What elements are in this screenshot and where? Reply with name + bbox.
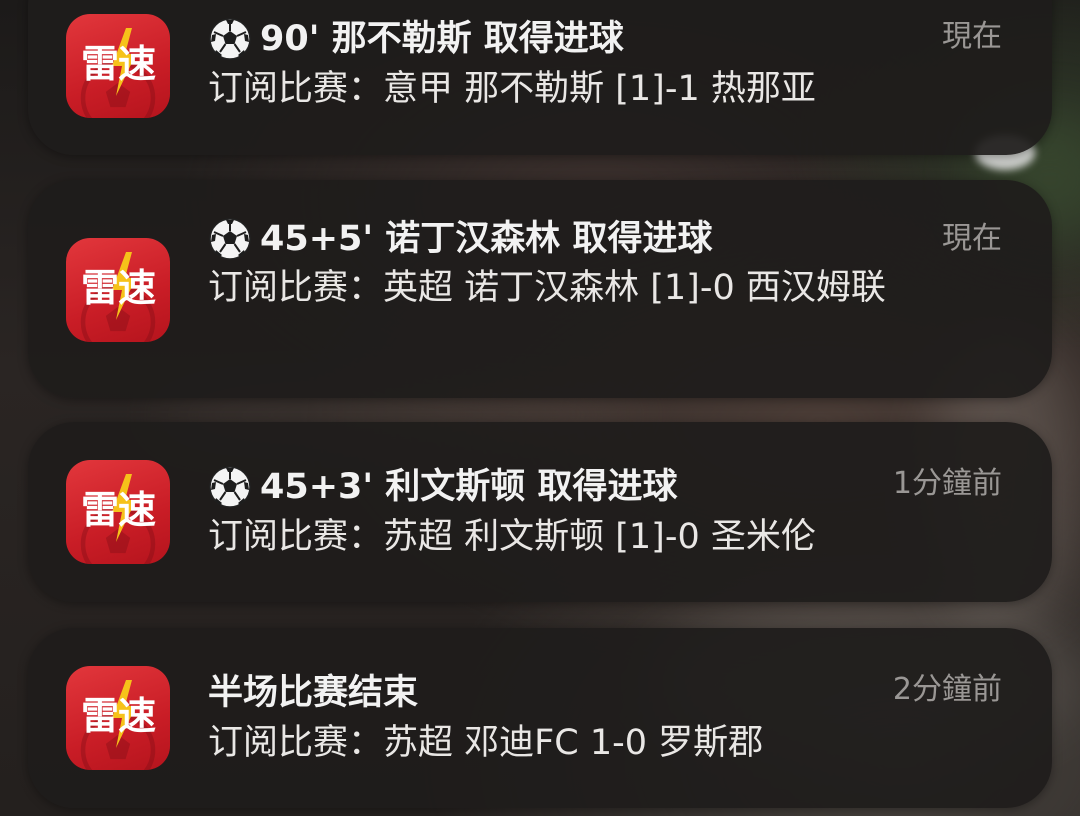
leisu-app-icon: 雷速 xyxy=(66,14,170,118)
notification-title: 45+5' 诺丁汉森林 取得进球 xyxy=(208,217,712,261)
notification-title-text: 45+3' 利文斯顿 取得进球 xyxy=(260,467,678,507)
app-logo-text: 雷速 xyxy=(80,694,156,738)
notification-card[interactable]: 雷速 45+3' 利文斯顿 取得进球 1分鐘前 订阅比赛：苏超 利文斯顿 [1]… xyxy=(28,422,1052,602)
soccer-ball-icon xyxy=(208,17,252,61)
soccer-ball-icon xyxy=(208,465,252,509)
notification-title: 45+3' 利文斯顿 取得进球 xyxy=(208,465,677,509)
app-logo-text: 雷速 xyxy=(80,42,156,86)
notification-time: 現在 xyxy=(942,221,1002,256)
leisu-app-icon: 雷速 xyxy=(66,238,170,342)
notification-title: 半场比赛结束 xyxy=(208,671,418,715)
notification-title-text: 45+5' 诺丁汉森林 取得进球 xyxy=(260,219,713,259)
notification-body: 订阅比赛：苏超 利文斯顿 [1]-0 圣米伦 xyxy=(208,517,816,557)
soccer-ball-icon xyxy=(208,217,252,261)
notification-time: 1分鐘前 xyxy=(892,466,1002,501)
notification-title-text: 半场比赛结束 xyxy=(208,673,419,713)
app-logo-text: 雷速 xyxy=(80,488,156,532)
notification-title-text: 90' 那不勒斯 取得进球 xyxy=(260,19,624,59)
leisu-app-icon: 雷速 xyxy=(66,460,170,564)
notification-card[interactable]: 雷速 90' 那不勒斯 取得进球 現在 订阅比赛：意甲 那不勒斯 [1]-1 热… xyxy=(28,0,1052,155)
notification-card[interactable]: 雷速 半场比赛结束 2分鐘前 订阅比赛：苏超 邓迪FC 1-0 罗斯郡 xyxy=(28,628,1052,808)
notification-time: 2分鐘前 xyxy=(892,672,1002,707)
notification-card[interactable]: 雷速 45+5' 诺丁汉森林 取得进球 現在 订阅比赛：英超 诺丁汉森林 [1]… xyxy=(28,180,1052,398)
leisu-app-icon: 雷速 xyxy=(66,666,170,770)
notification-title: 90' 那不勒斯 取得进球 xyxy=(208,17,624,61)
app-logo-text: 雷速 xyxy=(80,266,156,310)
notification-body: 订阅比赛：意甲 那不勒斯 [1]-1 热那亚 xyxy=(208,69,816,109)
notification-body: 订阅比赛：苏超 邓迪FC 1-0 罗斯郡 xyxy=(208,723,764,763)
notification-body: 订阅比赛：英超 诺丁汉森林 [1]-0 西汉姆联 xyxy=(208,268,886,308)
notification-time: 現在 xyxy=(942,19,1002,54)
